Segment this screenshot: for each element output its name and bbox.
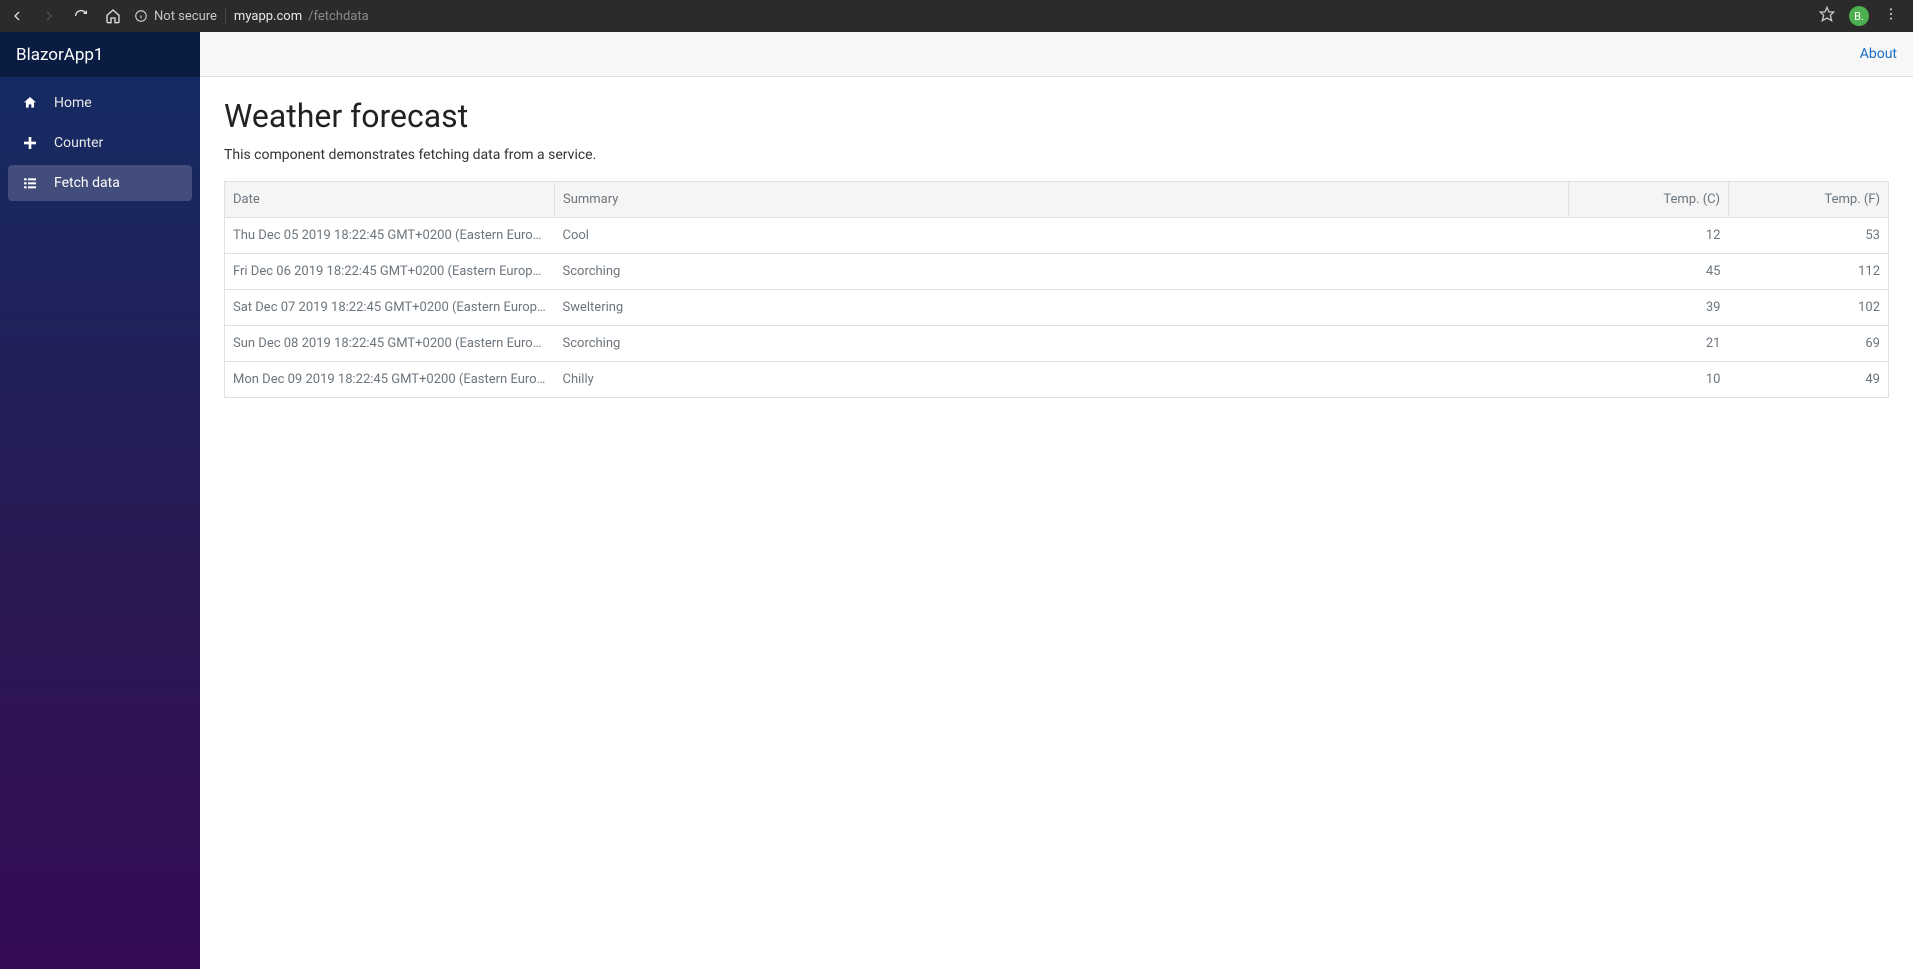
cell-tempF: 112 — [1729, 254, 1889, 290]
main-area: About Weather forecast This component de… — [200, 32, 1913, 969]
sidebar: BlazorApp1 Home Counter Fetch data — [0, 32, 200, 969]
browser-back-button[interactable] — [8, 7, 26, 25]
bookmark-star-icon[interactable] — [1819, 6, 1835, 26]
browser-home-button[interactable] — [104, 7, 122, 25]
cell-date: Sat Dec 07 2019 18:22:45 GMT+0200 (Easte… — [225, 290, 555, 326]
cell-date: Mon Dec 09 2019 18:22:45 GMT+0200 (Easte… — [225, 362, 555, 398]
cell-tempC: 39 — [1569, 290, 1729, 326]
sidebar-item-label: Fetch data — [54, 175, 120, 191]
sidebar-item-counter[interactable]: Counter — [8, 125, 192, 161]
sidebar-nav: Home Counter Fetch data — [0, 77, 200, 209]
page-content: Weather forecast This component demonstr… — [200, 77, 1913, 418]
avatar-initial: B. — [1854, 10, 1864, 23]
app-brand[interactable]: BlazorApp1 — [0, 32, 200, 77]
table-header-row: Date Summary Temp. (C) Temp. (F) — [225, 182, 1889, 218]
col-tempf: Temp. (F) — [1729, 182, 1889, 218]
col-summary: Summary — [555, 182, 1569, 218]
sidebar-item-home[interactable]: Home — [8, 85, 192, 121]
cell-summary: Scorching — [555, 254, 1569, 290]
cell-date: Sun Dec 08 2019 18:22:45 GMT+0200 (Easte… — [225, 326, 555, 362]
page-description: This component demonstrates fetching dat… — [224, 147, 1889, 163]
topbar: About — [200, 32, 1913, 77]
browser-forward-button[interactable] — [40, 7, 58, 25]
sidebar-item-label: Home — [54, 95, 92, 111]
table-row: Sun Dec 08 2019 18:22:45 GMT+0200 (Easte… — [225, 326, 1889, 362]
plus-icon — [20, 135, 40, 151]
cell-tempC: 21 — [1569, 326, 1729, 362]
security-indicator[interactable]: Not secure — [134, 9, 217, 24]
url-divider — [225, 8, 226, 24]
cell-tempC: 45 — [1569, 254, 1729, 290]
sidebar-item-label: Counter — [54, 135, 103, 151]
table-row: Fri Dec 06 2019 18:22:45 GMT+0200 (Easte… — [225, 254, 1889, 290]
cell-tempF: 102 — [1729, 290, 1889, 326]
browser-nav-arrows — [8, 7, 122, 25]
browser-menu-button[interactable] — [1883, 6, 1899, 26]
app-root: BlazorApp1 Home Counter Fetch data — [0, 32, 1913, 969]
table-row: Thu Dec 05 2019 18:22:45 GMT+0200 (Easte… — [225, 218, 1889, 254]
cell-date: Fri Dec 06 2019 18:22:45 GMT+0200 (Easte… — [225, 254, 555, 290]
cell-tempF: 69 — [1729, 326, 1889, 362]
cell-tempF: 49 — [1729, 362, 1889, 398]
url-host: myapp.com — [234, 9, 302, 24]
cell-summary: Sweltering — [555, 290, 1569, 326]
browser-actions: B. — [1819, 6, 1899, 26]
cell-date: Thu Dec 05 2019 18:22:45 GMT+0200 (Easte… — [225, 218, 555, 254]
table-row: Sat Dec 07 2019 18:22:45 GMT+0200 (Easte… — [225, 290, 1889, 326]
url-path: /fetchdata — [308, 9, 369, 24]
forecast-table: Date Summary Temp. (C) Temp. (F) Thu Dec… — [224, 181, 1889, 398]
col-tempc: Temp. (C) — [1569, 182, 1729, 218]
home-icon — [20, 95, 40, 111]
about-link[interactable]: About — [1860, 46, 1897, 62]
cell-summary: Chilly — [555, 362, 1569, 398]
sidebar-item-fetch-data[interactable]: Fetch data — [8, 165, 192, 201]
info-icon — [134, 9, 148, 23]
security-label: Not secure — [154, 9, 217, 24]
profile-avatar[interactable]: B. — [1849, 6, 1869, 26]
brand-label: BlazorApp1 — [16, 45, 103, 65]
cell-tempC: 12 — [1569, 218, 1729, 254]
col-date: Date — [225, 182, 555, 218]
browser-reload-button[interactable] — [72, 7, 90, 25]
table-row: Mon Dec 09 2019 18:22:45 GMT+0200 (Easte… — [225, 362, 1889, 398]
cell-tempF: 53 — [1729, 218, 1889, 254]
browser-chrome: Not secure myapp.com/fetchdata B. — [0, 0, 1913, 32]
page-title: Weather forecast — [224, 97, 1889, 135]
list-icon — [20, 175, 40, 191]
cell-summary: Scorching — [555, 326, 1569, 362]
cell-summary: Cool — [555, 218, 1569, 254]
browser-url-area[interactable]: Not secure myapp.com/fetchdata — [134, 8, 1807, 24]
cell-tempC: 10 — [1569, 362, 1729, 398]
